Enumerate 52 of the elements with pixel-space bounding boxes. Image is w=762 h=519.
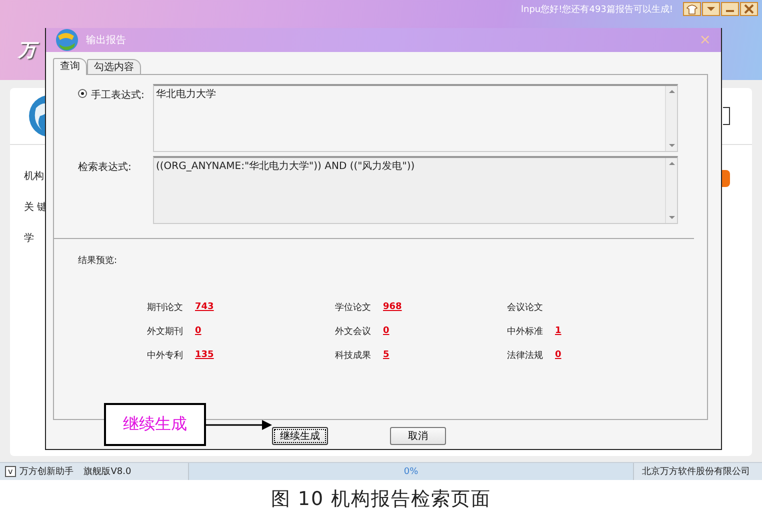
- expression-field[interactable]: 华北电力大学: [153, 84, 678, 152]
- result-label: 学位论文: [335, 302, 372, 314]
- greeting-text: lnpu您好!您还有493篇报告可以生成!: [520, 4, 673, 16]
- field-edge: [723, 107, 730, 125]
- edition-label: 旗舰版V8.0: [84, 466, 132, 478]
- progress-text: 0%: [404, 466, 418, 476]
- result-count-link[interactable]: 968: [383, 302, 402, 312]
- field-label: 手工表达式:: [91, 88, 144, 102]
- result-count-link[interactable]: 0: [555, 350, 562, 360]
- result-label: 外文会议: [335, 326, 372, 338]
- scrollbar[interactable]: [665, 86, 677, 151]
- result-label: 期刊论文: [147, 302, 184, 314]
- continue-button[interactable]: 继续生成: [272, 427, 328, 445]
- scrollbar[interactable]: [665, 158, 677, 223]
- result-count-link[interactable]: 135: [195, 350, 214, 360]
- arrow: [206, 418, 272, 430]
- section-label: 结果预览:: [78, 256, 118, 266]
- field-label: 机构: [24, 170, 44, 183]
- dropdown-icon[interactable]: [702, 2, 720, 16]
- app-name: 万方创新助手: [20, 466, 74, 478]
- figure-caption: 图 10 机构报告检索页面: [270, 486, 492, 512]
- shirt-icon[interactable]: [683, 2, 701, 16]
- search-expression-field: ((ORG_ANYNAME:"华北电力大学")) AND (("风力发电")): [153, 156, 678, 224]
- field-label: 学: [24, 232, 34, 245]
- close-icon[interactable]: [740, 2, 758, 16]
- tab[interactable]: 勾选内容: [87, 59, 141, 74]
- result-count-link[interactable]: 743: [195, 302, 214, 312]
- scroll-up-icon[interactable]: [668, 161, 676, 166]
- result-count-link[interactable]: 5: [383, 350, 390, 360]
- app-logo-icon: [54, 28, 80, 52]
- result-label: 会议论文: [507, 302, 544, 314]
- scroll-down-icon[interactable]: [668, 215, 676, 220]
- company-name: 北京万方软件股份有限公司: [642, 466, 750, 478]
- radio-button[interactable]: [78, 89, 87, 98]
- result-label: 中外标准: [507, 326, 544, 338]
- action-button[interactable]: [722, 170, 730, 187]
- result-label: 科技成果: [335, 350, 372, 362]
- scroll-down-icon[interactable]: [668, 143, 676, 148]
- tab[interactable]: 查询: [53, 58, 87, 75]
- dialog-title: 输出报告: [86, 34, 127, 47]
- result-count-link[interactable]: 1: [555, 326, 562, 336]
- result-label: 中外专利: [147, 350, 184, 362]
- result-count-link[interactable]: 0: [195, 326, 202, 336]
- callout-label: 继续生成: [104, 403, 206, 446]
- field-label: 检索表达式:: [78, 160, 132, 174]
- cancel-button[interactable]: 取消: [390, 427, 446, 445]
- result-label: 外文期刊: [147, 326, 184, 338]
- result-label: 法律法规: [507, 350, 544, 362]
- scroll-up-icon[interactable]: [668, 89, 676, 94]
- minimize-icon[interactable]: [721, 2, 739, 16]
- toggle-button[interactable]: v: [5, 466, 16, 477]
- result-count-link[interactable]: 0: [383, 326, 390, 336]
